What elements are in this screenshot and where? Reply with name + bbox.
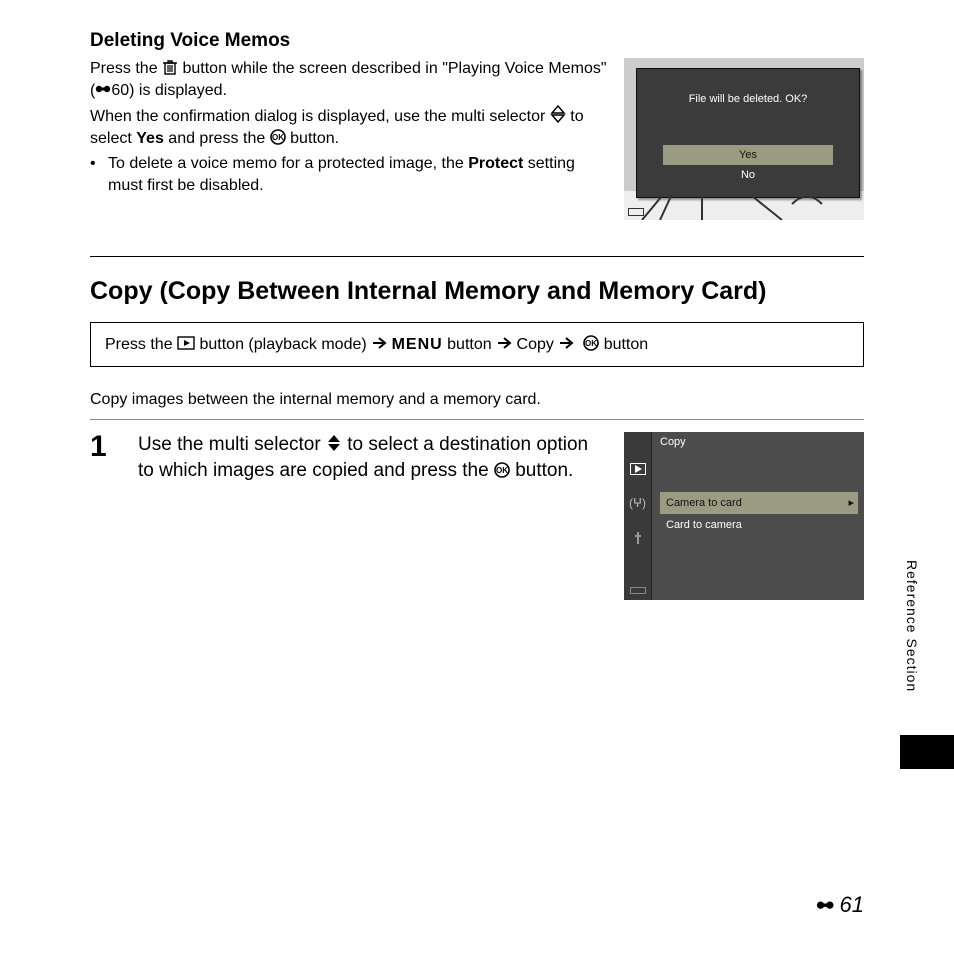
dialog-message: File will be deleted. OK?	[637, 93, 859, 105]
side-setup-icon[interactable]	[631, 530, 645, 547]
background-image-fragment	[632, 194, 856, 220]
page-number: 61	[816, 892, 864, 918]
text: To delete a voice memo for a protected i…	[108, 155, 468, 172]
arrow-right-icon	[371, 335, 387, 351]
playback-icon	[177, 335, 195, 351]
navigation-path-box: Press the button (playback mode) MENU bu…	[90, 322, 864, 367]
text: Copy	[517, 336, 559, 353]
deleting-text-block: Press the button while the screen descri…	[90, 58, 608, 220]
subheading-deleting: Deleting Voice Memos	[90, 30, 864, 52]
battery-icon	[630, 587, 646, 594]
text: Press the	[90, 60, 162, 77]
text: button	[604, 336, 648, 353]
battery-icon	[628, 208, 644, 216]
bullet-icon: •	[90, 153, 108, 196]
ok-icon	[270, 129, 286, 145]
ok-icon	[583, 335, 599, 351]
text-bold: Protect	[468, 155, 523, 172]
page-number-value: 61	[840, 892, 864, 918]
reference-section-icon	[816, 896, 838, 914]
text: button (playback mode)	[199, 336, 371, 353]
text: and press the	[164, 130, 270, 147]
section-divider	[90, 256, 864, 257]
side-wireless-icon[interactable]: (ⵖ)	[629, 496, 646, 510]
menu-label: MENU	[392, 336, 443, 353]
up-down-filled-icon	[326, 434, 342, 452]
arrow-right-icon	[496, 335, 512, 351]
reference-section-icon	[95, 81, 111, 97]
step-number-1: 1	[90, 432, 118, 462]
side-label-reference-section: Reference Section	[904, 560, 920, 692]
heading-copy: Copy (Copy Between Internal Memory and M…	[90, 277, 864, 306]
text: button	[447, 336, 496, 353]
side-tab-marker	[900, 735, 954, 769]
menu-title: Copy	[660, 436, 686, 448]
copy-description: Copy images between the internal memory …	[90, 391, 864, 409]
thin-divider	[90, 419, 864, 420]
side-playback-icon[interactable]	[630, 462, 646, 476]
text: When the confirmation dialog is displaye…	[90, 108, 550, 125]
camera-screenshot-delete-dialog: File will be deleted. OK? Yes No	[624, 58, 864, 220]
dialog-option-no[interactable]: No	[663, 165, 833, 185]
text: Use the multi selector	[138, 434, 326, 455]
arrow-right-icon	[558, 335, 574, 351]
text-bold: Yes	[136, 130, 164, 147]
text: Press the	[105, 336, 177, 353]
step-text: Use the multi selector to select a desti…	[138, 432, 604, 483]
up-down-outline-icon	[550, 105, 566, 123]
trash-icon	[162, 59, 178, 75]
ok-icon	[494, 462, 510, 478]
text: button.	[290, 130, 339, 147]
menu-item-card-to-camera[interactable]: Card to camera	[660, 514, 858, 536]
camera-screenshot-copy-menu: (ⵖ) Copy Camera to card Card to camera	[624, 432, 864, 600]
menu-item-camera-to-card[interactable]: Camera to card	[660, 492, 858, 514]
dialog-option-yes[interactable]: Yes	[663, 145, 833, 165]
text: 60) is displayed.	[111, 82, 227, 99]
text: button.	[515, 460, 573, 481]
